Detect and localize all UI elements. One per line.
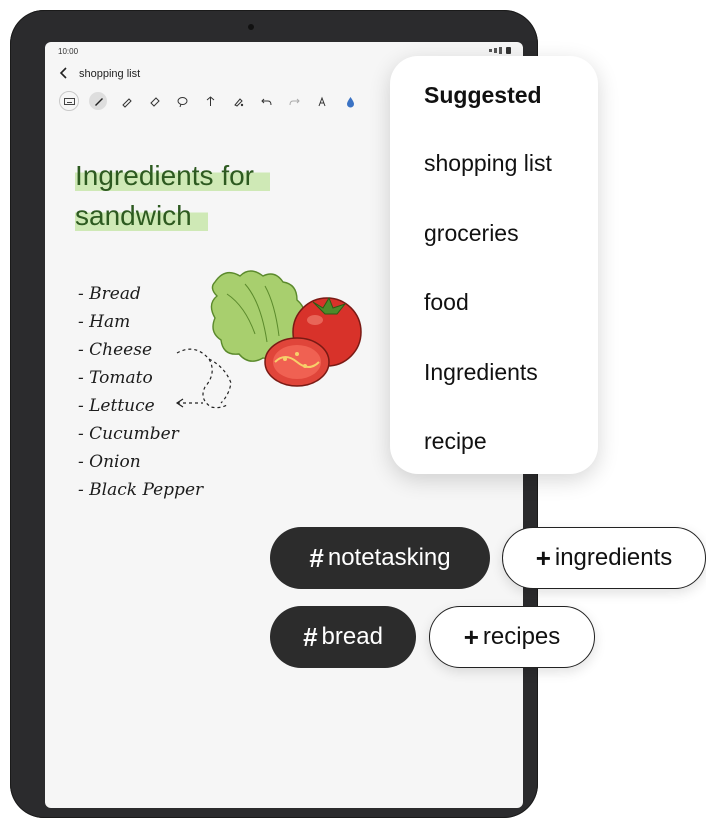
- list-item: - Ham: [78, 312, 131, 332]
- suggested-item[interactable]: Ingredients: [424, 359, 538, 386]
- list-item: - Onion: [78, 452, 141, 472]
- suggested-item[interactable]: groceries: [424, 220, 519, 247]
- camera: [248, 24, 254, 30]
- heading-line: Ingredients for: [75, 160, 270, 191]
- lasso-icon[interactable]: [173, 92, 191, 110]
- heading-line: sandwich: [75, 200, 208, 231]
- battery-icon: [506, 47, 511, 54]
- tag-chip-bread[interactable]: # bread: [270, 606, 416, 668]
- system-icons: [489, 47, 511, 54]
- signal-icon: [499, 47, 502, 54]
- pen-settings-icon[interactable]: [229, 92, 247, 110]
- hash-icon: #: [309, 542, 324, 573]
- tag-label: ingredients: [554, 544, 673, 571]
- status-time: 10:00: [58, 47, 79, 56]
- undo-icon[interactable]: [257, 92, 275, 110]
- text-format-icon[interactable]: [313, 92, 331, 110]
- list-item: - Cucumber: [78, 424, 179, 444]
- plus-icon: +: [535, 542, 551, 573]
- hash-icon: #: [303, 621, 318, 652]
- keyboard-icon[interactable]: [59, 91, 79, 111]
- add-tag-chip-recipes[interactable]: + recipes: [429, 606, 595, 668]
- redo-icon[interactable]: [285, 92, 303, 110]
- plus-icon: +: [463, 621, 479, 652]
- suggested-item[interactable]: food: [424, 289, 469, 316]
- color-icon[interactable]: [341, 92, 359, 110]
- tag-label: recipes: [482, 623, 561, 650]
- note-heading: Ingredients for sandwich: [75, 156, 270, 236]
- panel-title: Suggested: [424, 82, 542, 108]
- text-to-shape-icon[interactable]: [201, 92, 219, 110]
- eraser-icon[interactable]: [145, 92, 163, 110]
- tag-label: bread: [321, 623, 383, 650]
- suggested-item[interactable]: recipe: [424, 428, 487, 455]
- dashed-arrow-doodle: [175, 348, 232, 409]
- signal-icon: [494, 48, 497, 53]
- pen-toolbar: [59, 90, 359, 112]
- add-tag-chip-ingredients[interactable]: + ingredients: [502, 527, 706, 589]
- signal-icon: [489, 49, 492, 52]
- back-arrow-icon[interactable]: [57, 66, 71, 80]
- suggested-tags-panel: Suggested shopping list groceries food I…: [390, 56, 598, 474]
- highlighter-icon[interactable]: [117, 92, 135, 110]
- tag-chip-notetasking[interactable]: # notetasking: [270, 527, 490, 589]
- note-title[interactable]: shopping list: [79, 68, 140, 80]
- tag-label: notetasking: [327, 544, 451, 571]
- list-item: - Bread: [78, 284, 141, 304]
- suggested-item[interactable]: shopping list: [424, 150, 552, 177]
- list-item: - Black Pepper: [78, 480, 204, 500]
- pen-icon[interactable]: [89, 92, 107, 110]
